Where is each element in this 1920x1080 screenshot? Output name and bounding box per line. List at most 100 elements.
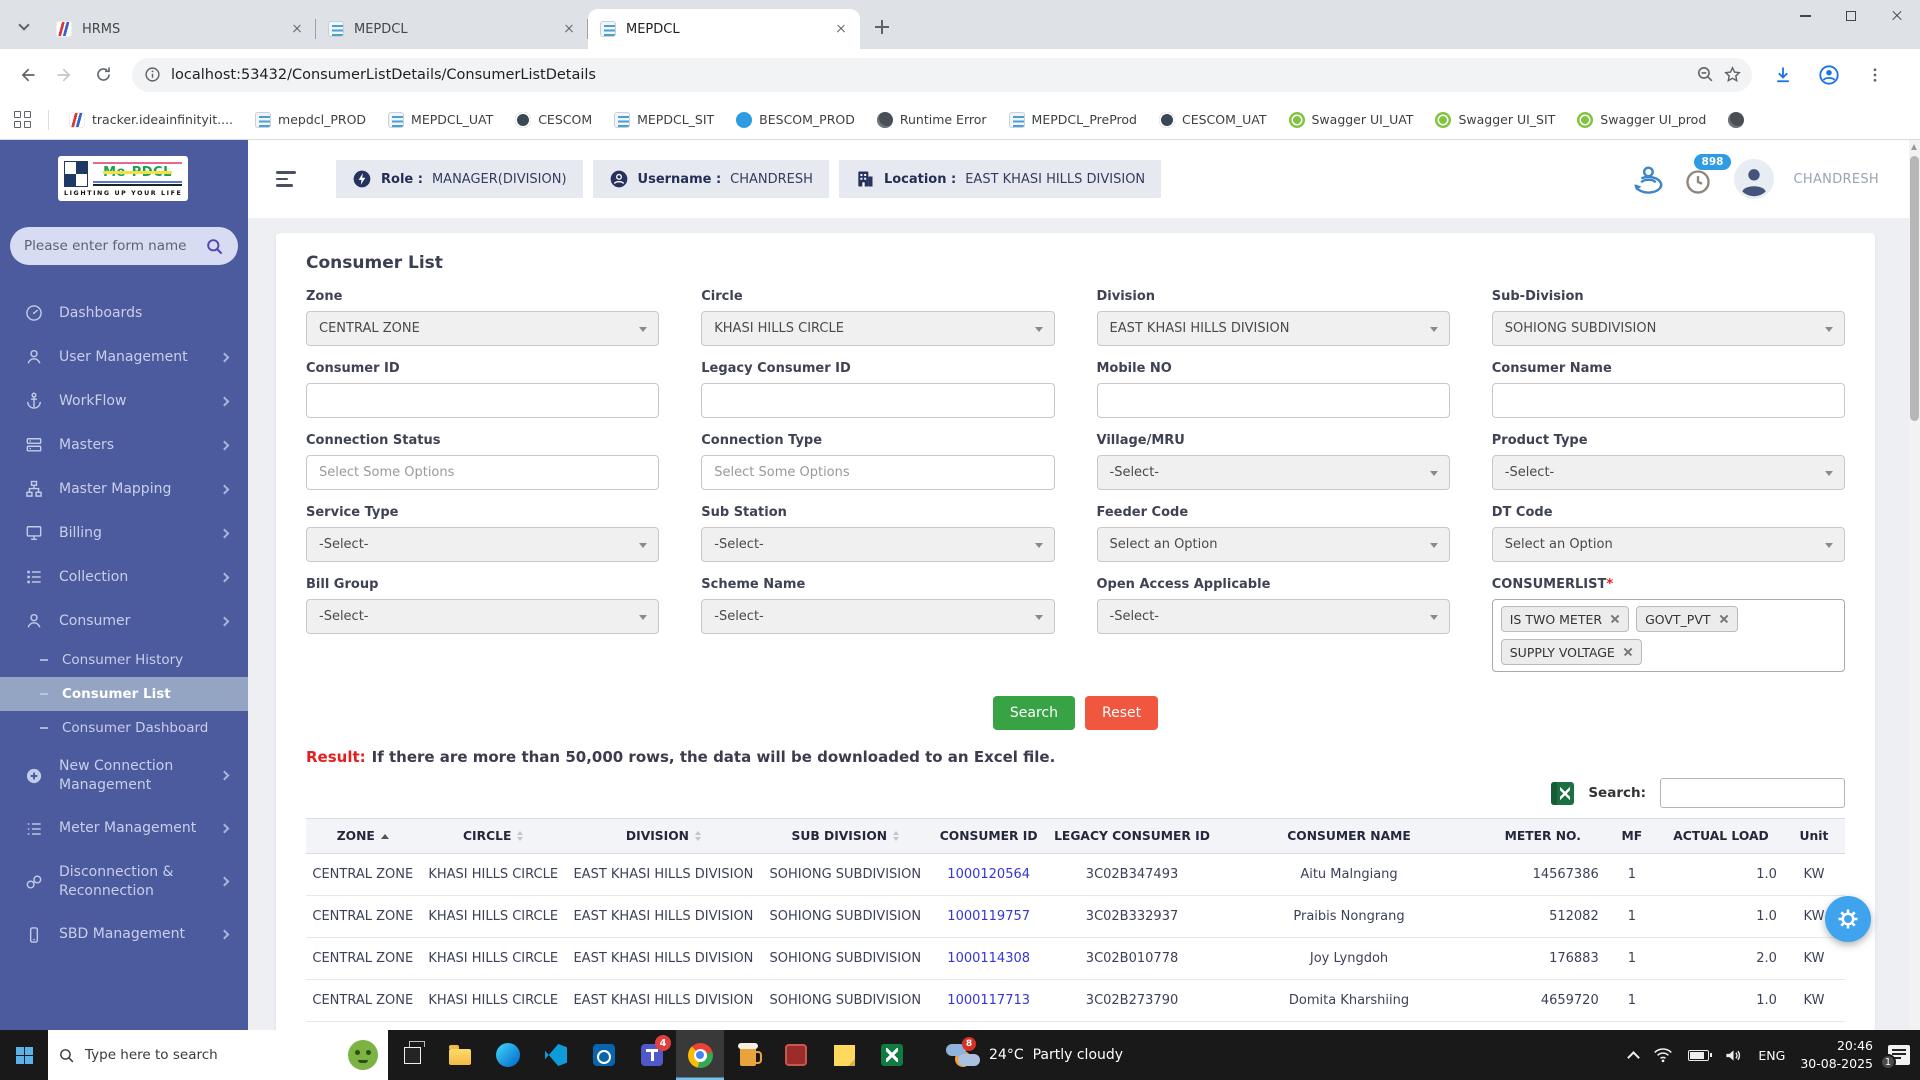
select-circle[interactable]: KHASI HILLS CIRCLE: [701, 311, 1054, 346]
page-scrollbar[interactable]: [1909, 140, 1920, 1030]
bookmark-mepdcl-sit[interactable]: MEPDCL_SIT: [606, 108, 722, 132]
sidebar-search[interactable]: [10, 227, 238, 265]
select-division[interactable]: EAST KHASI HILLS DIVISION: [1097, 311, 1450, 346]
sidebar-item-masters[interactable]: Masters: [0, 423, 248, 467]
search-icon[interactable]: [205, 237, 224, 256]
scrollbar-thumb[interactable]: [1910, 156, 1919, 421]
downloads-button[interactable]: [1766, 58, 1800, 92]
sidebar-item-dashboards[interactable]: Dashboards: [0, 291, 248, 335]
select-dt-code[interactable]: Select an Option: [1492, 527, 1845, 562]
browser-tab-mepdcl[interactable]: MEPDCL: [588, 9, 860, 49]
consumer-id-link[interactable]: 1000119757: [931, 896, 1047, 938]
export-excel-icon[interactable]: [1551, 782, 1574, 805]
menu-button[interactable]: [1858, 58, 1892, 92]
sidebar-subitem-consumer-history[interactable]: Consumer History: [0, 643, 248, 677]
bookmark-mepdcl-prod[interactable]: mepdcl_PROD: [247, 108, 374, 132]
tab-close-icon[interactable]: [560, 20, 578, 38]
assistant-avatar-icon[interactable]: [348, 1040, 378, 1070]
taskbar-beer-app-icon[interactable]: [724, 1030, 772, 1080]
forward-button[interactable]: [48, 58, 82, 92]
taskbar-sticky-notes-icon[interactable]: [820, 1030, 868, 1080]
input-mobile-no[interactable]: [1110, 393, 1437, 408]
select-service-type[interactable]: -Select-: [306, 527, 659, 562]
bookmark-star-icon[interactable]: [1723, 65, 1742, 84]
tab-search-button[interactable]: [10, 13, 38, 41]
taskbar-vscode-icon[interactable]: [532, 1030, 580, 1080]
taskbar-excel-icon[interactable]: [868, 1030, 916, 1080]
sidebar-item-sbd-management[interactable]: SBD Management: [0, 913, 248, 957]
chip-remove-icon[interactable]: [1623, 647, 1633, 657]
bookmark-tracker-ideainfinityit[interactable]: tracker.ideainfinityit....: [61, 108, 241, 132]
maximize-button[interactable]: [1828, 0, 1874, 32]
address-bar[interactable]: localhost:53432/ConsumerListDetails/Cons…: [132, 58, 1752, 92]
sidebar-item-workflow[interactable]: WorkFlow: [0, 379, 248, 423]
tray-expand-icon[interactable]: [1628, 1051, 1641, 1064]
select-village-mru[interactable]: -Select-: [1097, 455, 1450, 490]
sidebar-subitem-consumer-list[interactable]: Consumer List: [0, 677, 248, 711]
user-sync-icon[interactable]: [1630, 162, 1664, 196]
bookmark-overflow[interactable]: [1720, 108, 1752, 132]
multiselect-connection-status[interactable]: Select Some Options: [306, 455, 659, 490]
bookmark-swagger-ui-sit[interactable]: Swagger UI_SIT: [1427, 108, 1563, 132]
browser-tab-mepdcl[interactable]: MEPDCL: [316, 9, 588, 49]
wifi-icon[interactable]: [1653, 1047, 1673, 1063]
select-zone[interactable]: CENTRAL ZONE: [306, 311, 659, 346]
form-name-search-input[interactable]: [24, 238, 197, 254]
browser-tab-hrms[interactable]: HRMS: [44, 9, 316, 49]
apps-grid-icon[interactable]: [14, 111, 32, 129]
minimize-button[interactable]: [1782, 0, 1828, 32]
url-text[interactable]: localhost:53432/ConsumerListDetails/Cons…: [171, 67, 1690, 83]
reset-button[interactable]: Reset: [1085, 696, 1158, 730]
taskbar-outlook-icon[interactable]: [580, 1030, 628, 1080]
sidebar-item-billing[interactable]: Billing: [0, 511, 248, 555]
bookmark-cescom-uat[interactable]: CESCOM_UAT: [1151, 108, 1275, 132]
bookmark-runtime-error[interactable]: Runtime Error: [869, 108, 995, 132]
select-scheme-name[interactable]: -Select-: [701, 599, 1054, 634]
search-button[interactable]: Search: [993, 696, 1075, 730]
sidebar-item-user-management[interactable]: User Management: [0, 335, 248, 379]
taskbar-teams-icon[interactable]: 4: [628, 1030, 676, 1080]
site-info-icon[interactable]: [144, 66, 161, 83]
language-indicator[interactable]: ENG: [1758, 1048, 1785, 1063]
sidebar-item-meter-management[interactable]: Meter Management: [0, 807, 248, 851]
taskbar-search[interactable]: Type here to search: [48, 1030, 388, 1080]
sidebar-item-consumer[interactable]: Consumer: [0, 599, 248, 643]
scrollbar-up-arrow[interactable]: [1911, 144, 1917, 150]
reload-button[interactable]: [86, 58, 120, 92]
consumer-id-link[interactable]: 1000114308: [931, 938, 1047, 980]
hamburger-menu-icon[interactable]: [276, 167, 298, 190]
multiselect-connection-type[interactable]: Select Some Options: [701, 455, 1054, 490]
select-sub-division[interactable]: SOHIONG SUBDIVISION: [1492, 311, 1845, 346]
input-consumer-name[interactable]: [1505, 393, 1832, 408]
sidebar-item-new-connection-management[interactable]: New Connection Management: [0, 745, 248, 807]
close-button[interactable]: [1874, 0, 1920, 32]
back-button[interactable]: [10, 58, 44, 92]
new-tab-button[interactable]: [868, 13, 896, 41]
taskbar-clock[interactable]: 20:46 30-08-2025: [1800, 1037, 1873, 1073]
input-consumer-id[interactable]: [319, 393, 646, 408]
bookmark-swagger-ui-uat[interactable]: Swagger UI_UAT: [1281, 108, 1422, 132]
action-center-icon[interactable]: 1: [1888, 1045, 1910, 1065]
zoom-icon[interactable]: [1696, 65, 1715, 84]
session-timer[interactable]: 898: [1684, 162, 1714, 196]
bookmark-cescom[interactable]: CESCOM: [507, 108, 600, 132]
taskbar-chrome-icon[interactable]: [676, 1030, 724, 1080]
select-sub-station[interactable]: -Select-: [701, 527, 1054, 562]
input-legacy-consumer-id[interactable]: [714, 393, 1041, 408]
table-search-input[interactable]: [1660, 778, 1845, 808]
bookmark-mepdcl-preprod[interactable]: MEPDCL_PreProd: [1001, 108, 1145, 132]
tab-close-icon[interactable]: [288, 20, 306, 38]
sidebar-item-master-mapping[interactable]: Master Mapping: [0, 467, 248, 511]
select-feeder-code[interactable]: Select an Option: [1097, 527, 1450, 562]
column-header-zone[interactable]: ZONE: [306, 819, 420, 854]
bookmark-swagger-ui-prod[interactable]: Swagger UI_prod: [1569, 108, 1714, 132]
volume-icon[interactable]: [1724, 1047, 1743, 1064]
bookmark-mepdcl-uat[interactable]: MEPDCL_UAT: [380, 108, 501, 132]
tab-close-icon[interactable]: [832, 20, 850, 38]
sidebar-item-collection[interactable]: Collection: [0, 555, 248, 599]
profile-button[interactable]: [1812, 58, 1846, 92]
taskbar-file-explorer-icon[interactable]: [436, 1030, 484, 1080]
consumer-id-link[interactable]: 1000117713: [931, 980, 1047, 1022]
chip-remove-icon[interactable]: [1610, 614, 1620, 624]
taskbar-red-app-icon[interactable]: [772, 1030, 820, 1080]
